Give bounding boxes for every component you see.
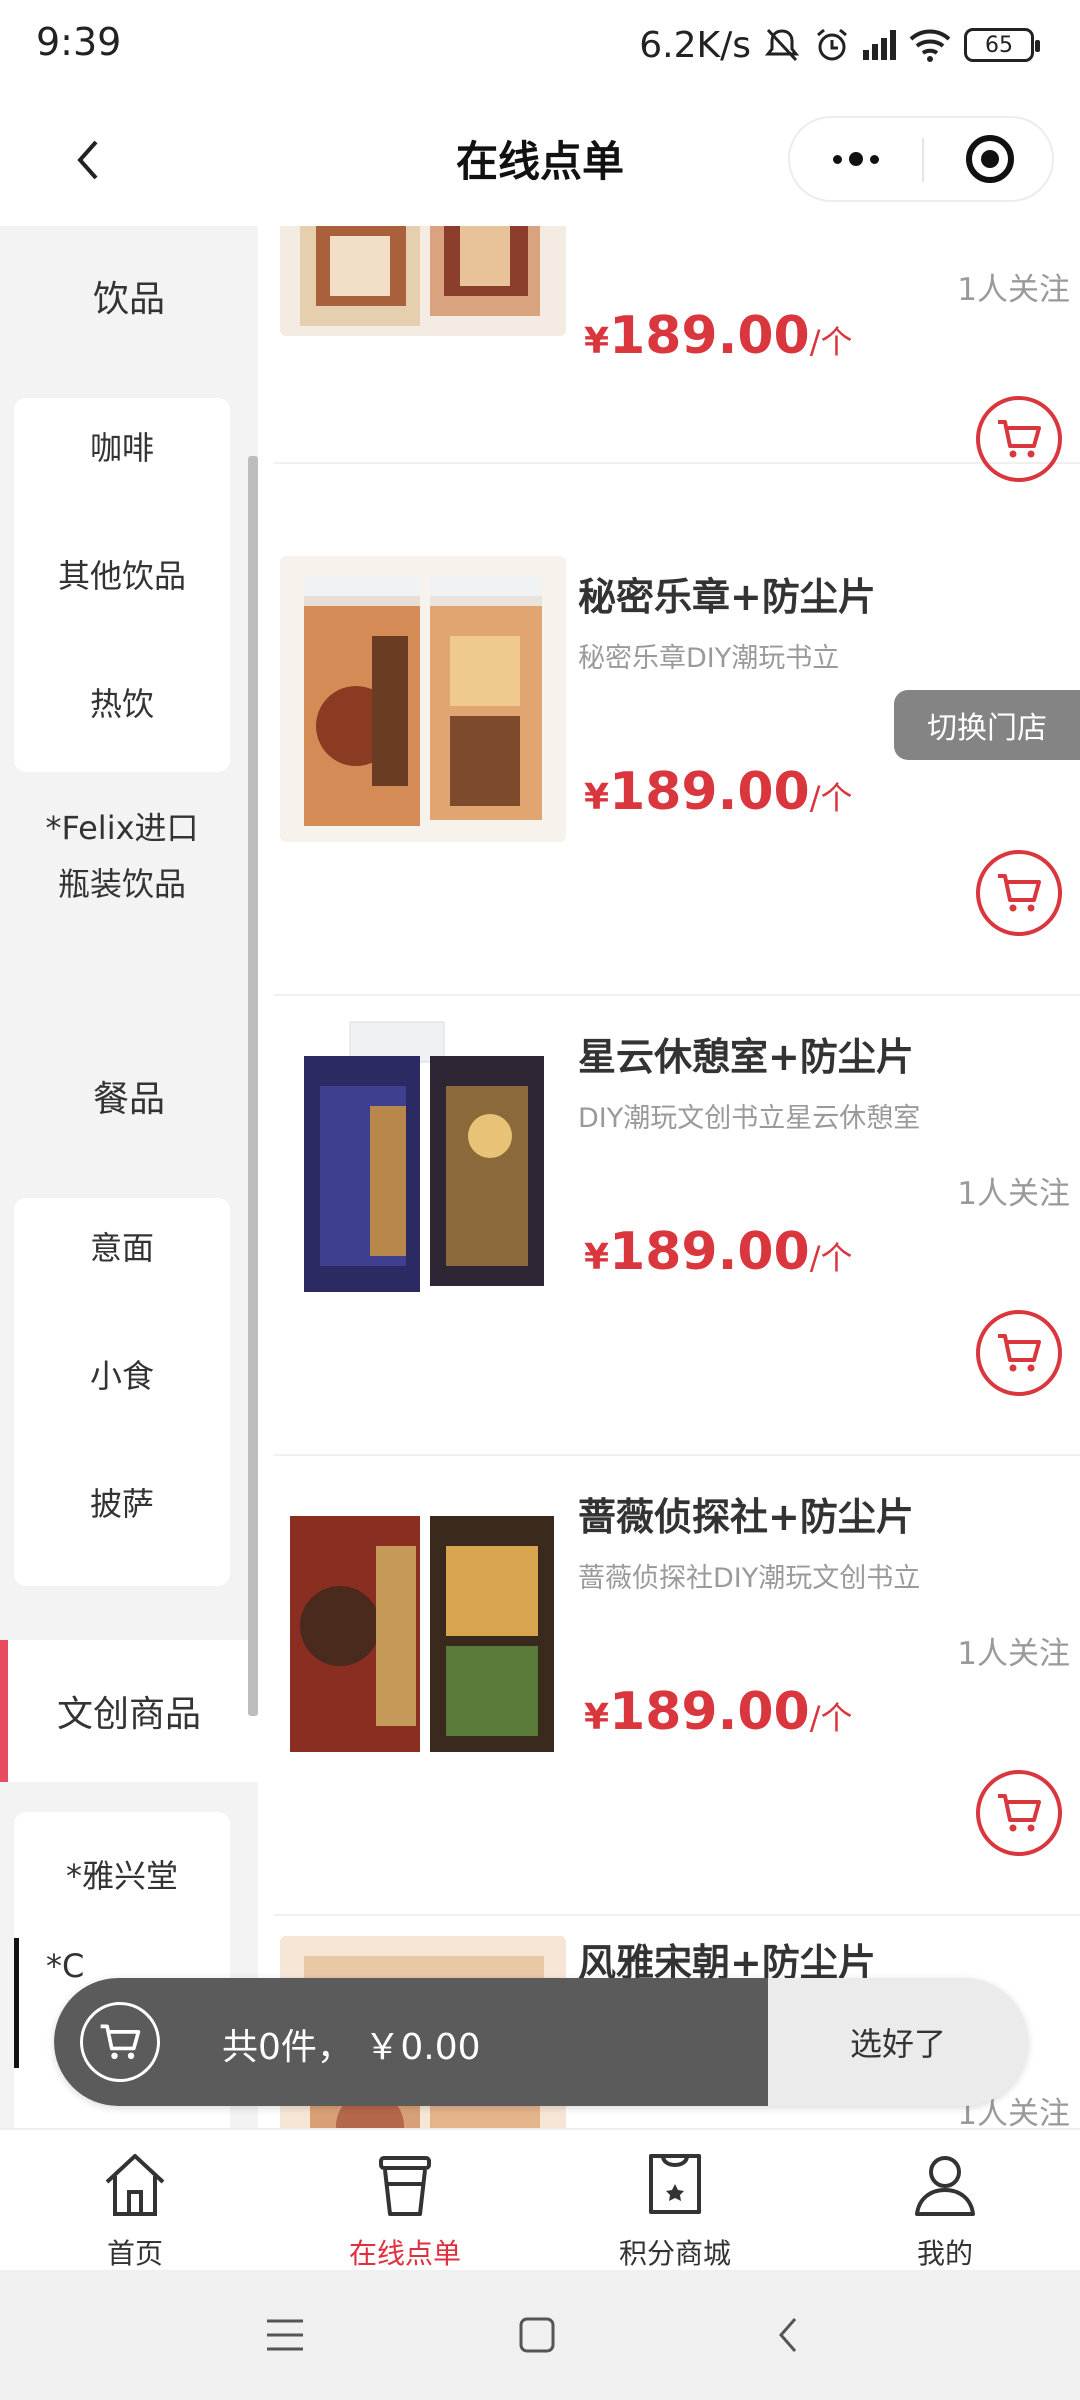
cart-icon: [998, 1794, 1041, 1832]
product-name: 星云休憩室+防尘片: [578, 1035, 914, 1079]
home-icon: [95, 2144, 175, 2224]
chevron-left-icon: [779, 2318, 797, 2352]
product-description: DIY潮玩文创书立星云休憩室: [578, 1103, 921, 1134]
status-bar: 9:39 6.2K/s 65: [0, 0, 1080, 90]
user-icon: [905, 2144, 985, 2224]
close-miniprogram-button[interactable]: [924, 118, 1056, 200]
product-card[interactable]: 秘密乐章+防尘片 秘密乐章DIY潮玩书立 ¥189.00/个: [274, 538, 1080, 996]
meals-subcategories: 意面 小食 披萨: [14, 1198, 230, 1586]
network-speed: 6.2K/s: [639, 24, 751, 66]
cart-summary-panel: 共0件， ￥0.00: [54, 1978, 768, 2106]
nav-item-mine[interactable]: 我的: [810, 2130, 1080, 2270]
product-follow-count: 1人关注: [957, 1636, 1070, 1672]
switch-store-button[interactable]: 切换门店: [894, 690, 1080, 760]
bottom-nav: 首页 在线点单 积分商城 我的: [0, 2128, 1080, 2270]
wifi-icon: [909, 29, 951, 62]
add-to-cart-button[interactable]: [976, 1770, 1062, 1856]
category-drinks[interactable]: 饮品: [0, 226, 258, 366]
more-dots-icon: [833, 154, 842, 164]
cup-icon: [365, 2144, 445, 2224]
nav-label: 首页: [106, 2237, 163, 2270]
cart-summary: 共0件， ￥0.00: [222, 2027, 481, 2068]
product-image[interactable]: [280, 226, 566, 336]
product-card[interactable]: 蔷薇侦探社+防尘片 蔷薇侦探社DIY潮玩文创书立 1人关注 ¥189.00/个: [274, 1458, 1080, 1916]
signal-icon: [863, 30, 896, 60]
home-system-button[interactable]: [502, 2300, 572, 2370]
more-button[interactable]: [790, 118, 922, 200]
status-icons: 6.2K/s 65: [639, 20, 1040, 70]
product-image[interactable]: [280, 1476, 566, 1762]
nav-item-points-mall[interactable]: 积分商城: [540, 2130, 810, 2270]
product-description: 蔷薇侦探社DIY潮玩文创书立: [578, 1563, 921, 1594]
nav-item-home[interactable]: 首页: [0, 2130, 270, 2270]
product-card[interactable]: 星云休憩室+防尘片 DIY潮玩文创书立星云休憩室 1人关注 ¥189.00/个: [274, 998, 1080, 1456]
subcategory-pasta[interactable]: 意面: [14, 1220, 230, 1276]
product-list[interactable]: 1人关注 ¥189.00/个 秘密乐章+防尘片 秘密乐章DIY潮玩书立 ¥189…: [258, 226, 1080, 2128]
product-follow-count: 1人关注: [957, 1176, 1070, 1212]
cart-icon: [998, 1334, 1041, 1372]
menu-button[interactable]: [250, 2300, 320, 2370]
system-navigation-bar: [0, 2270, 1080, 2400]
subcategory-yaxingtang[interactable]: *雅兴堂: [14, 1848, 230, 1904]
subcategory-pizza[interactable]: 披萨: [14, 1476, 230, 1532]
product-price: ¥189.00/个: [584, 306, 853, 366]
status-time: 9:39: [36, 20, 122, 64]
cart-icon: [100, 2024, 141, 2060]
cart-bar: 共0件， ￥0.00 选好了: [54, 1978, 1028, 2106]
add-to-cart-button[interactable]: [976, 1310, 1062, 1396]
nav-item-online-order[interactable]: 在线点单: [270, 2130, 540, 2270]
nav-label: 积分商城: [618, 2237, 731, 2270]
add-to-cart-button[interactable]: [976, 396, 1062, 482]
back-system-button[interactable]: [754, 2300, 824, 2370]
target-icon: [966, 135, 1014, 183]
product-card[interactable]: 1人关注 ¥189.00/个: [274, 226, 1080, 482]
title-bar: 在线点单: [0, 90, 1080, 226]
product-description: 秘密乐章DIY潮玩书立: [578, 643, 840, 674]
nav-label: 在线点单: [348, 2237, 461, 2270]
product-image[interactable]: [280, 1016, 566, 1302]
mini-program-capsule: [788, 116, 1054, 202]
category-creative-goods[interactable]: 文创商品: [0, 1640, 258, 1782]
shopping-bag-icon: [635, 2144, 715, 2224]
product-name: 秘密乐章+防尘片: [578, 575, 876, 619]
cart-icon: [998, 874, 1041, 912]
product-price: ¥189.00/个: [584, 762, 853, 822]
add-to-cart-button[interactable]: [976, 850, 1062, 936]
category-sidebar[interactable]: 饮品 咖啡 其他饮品 热饮 *Felix进口 瓶装饮品 餐品 意面 小食 披萨 …: [0, 226, 258, 2128]
category-meals[interactable]: 餐品: [0, 1026, 258, 1166]
mute-bell-icon: [764, 28, 800, 62]
cart-button[interactable]: [80, 2002, 160, 2082]
square-icon: [519, 2317, 555, 2353]
product-price: ¥189.00/个: [584, 1222, 853, 1282]
battery-icon: 65: [964, 28, 1040, 62]
alarm-icon: [817, 28, 847, 61]
sidebar-scrollbar[interactable]: [248, 456, 258, 1716]
product-image[interactable]: [280, 556, 566, 842]
checkout-button[interactable]: 选好了: [768, 1978, 1028, 2106]
menu-icon: [267, 2319, 303, 2351]
product-follow-count: 1人关注: [957, 272, 1070, 308]
product-name: 蔷薇侦探社+防尘片: [578, 1495, 914, 1539]
subcategory-snacks[interactable]: 小食: [14, 1348, 230, 1404]
product-price: ¥189.00/个: [584, 1682, 853, 1742]
nav-label: 我的: [916, 2237, 973, 2270]
cart-icon: [998, 420, 1041, 458]
